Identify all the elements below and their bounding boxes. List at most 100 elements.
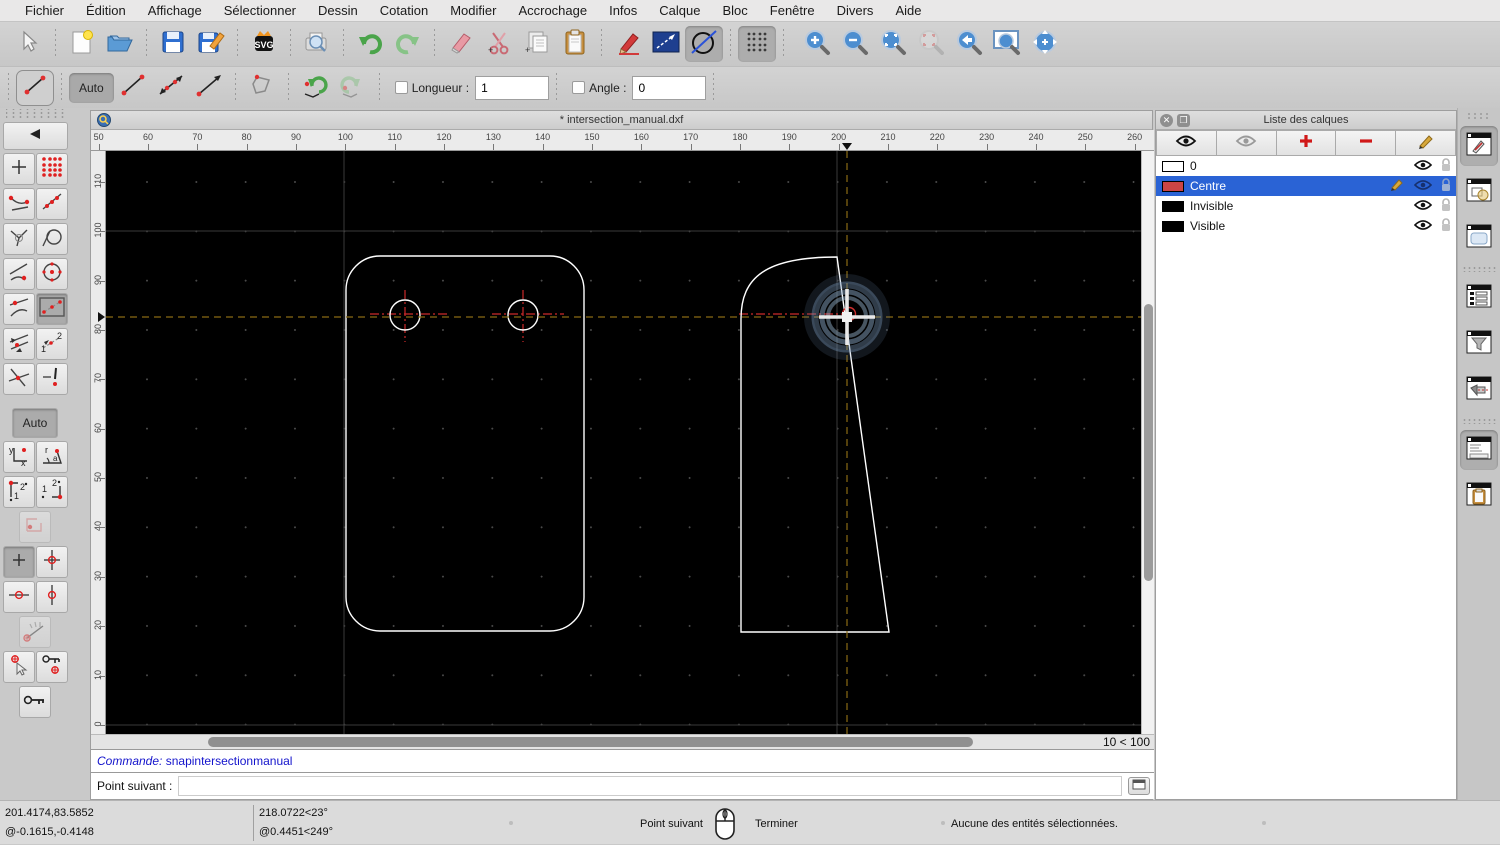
copy-button[interactable]: + bbox=[518, 26, 556, 62]
layer-row-visible[interactable]: Visible bbox=[1156, 216, 1456, 236]
remove-layer-button[interactable] bbox=[1336, 130, 1397, 156]
layer-lock-icon[interactable] bbox=[1440, 197, 1452, 215]
redo-button[interactable] bbox=[389, 26, 427, 62]
lock-layer-button[interactable] bbox=[19, 686, 51, 718]
select-arrow-button[interactable] bbox=[10, 26, 48, 62]
snap-on-entity-button[interactable] bbox=[35, 188, 68, 220]
menu-dessin[interactable]: Dessin bbox=[307, 0, 369, 22]
zoom-out-button[interactable] bbox=[836, 26, 874, 62]
snap-back-button[interactable] bbox=[2, 122, 68, 150]
open-file-button[interactable] bbox=[101, 26, 139, 62]
layer-visible-eye-icon[interactable] bbox=[1413, 219, 1433, 234]
grid-toggle-button[interactable] bbox=[738, 26, 776, 62]
paste-button[interactable] bbox=[556, 26, 594, 62]
snap-middle-button[interactable] bbox=[2, 293, 35, 325]
zoom-pan-button[interactable] bbox=[1026, 26, 1064, 62]
layer-edit-pencil-icon[interactable] bbox=[1390, 178, 1406, 194]
line-both-directions-button[interactable] bbox=[152, 70, 190, 106]
new-file-button[interactable] bbox=[63, 26, 101, 62]
edit-layer-button[interactable] bbox=[1396, 130, 1456, 156]
zoom-in-button[interactable] bbox=[798, 26, 836, 62]
entity-list-widget-button[interactable] bbox=[1460, 278, 1498, 318]
snap-free-button[interactable] bbox=[2, 153, 35, 185]
add-layer-button[interactable] bbox=[1276, 130, 1337, 156]
menu-accrochage[interactable]: Accrochage bbox=[507, 0, 598, 22]
menu-cotation[interactable]: Cotation bbox=[369, 0, 439, 22]
line-ray-button[interactable] bbox=[190, 70, 228, 106]
angle-checkbox[interactable] bbox=[572, 81, 586, 94]
horizontal-scrollbar[interactable]: 10 < 100 bbox=[91, 734, 1154, 749]
snap-grid-button[interactable] bbox=[35, 153, 68, 185]
menu-divers[interactable]: Divers bbox=[826, 0, 885, 22]
lock-relative-zero-button[interactable] bbox=[35, 651, 68, 683]
snap-intersection-auto-button[interactable] bbox=[2, 258, 35, 290]
vertical-scrollbar-thumb[interactable] bbox=[1144, 304, 1153, 581]
ucs-corner-2-button[interactable]: 12 bbox=[35, 476, 68, 508]
save-button[interactable] bbox=[154, 26, 192, 62]
clipboard-widget-button[interactable] bbox=[1460, 476, 1498, 516]
layer-lock-icon[interactable] bbox=[1440, 217, 1452, 235]
line-rectangle-button[interactable] bbox=[647, 26, 685, 62]
length-checkbox[interactable] bbox=[394, 81, 408, 94]
horizontal-scrollbar-thumb[interactable] bbox=[208, 737, 973, 747]
angle-input[interactable] bbox=[632, 75, 707, 100]
layer-lock-icon[interactable] bbox=[1440, 177, 1452, 195]
snap-center-button[interactable] bbox=[35, 258, 68, 290]
snap-angle-button[interactable] bbox=[19, 616, 51, 648]
layer-visible-eye-icon[interactable] bbox=[1413, 199, 1433, 214]
redo-segment-button[interactable] bbox=[334, 70, 372, 106]
line-segment-button[interactable] bbox=[114, 70, 152, 106]
snap-endpoints-button[interactable] bbox=[2, 188, 35, 220]
zoom-previous-button[interactable] bbox=[912, 26, 950, 62]
hide-all-layers-button[interactable] bbox=[1216, 130, 1277, 156]
restrict-horizontal-button[interactable] bbox=[2, 581, 35, 613]
restrict-vertical-button[interactable] bbox=[35, 581, 68, 613]
menu-bloc[interactable]: Bloc bbox=[711, 0, 758, 22]
draw-pen-button[interactable] bbox=[609, 26, 647, 62]
export-svg-button[interactable]: SVG bbox=[245, 26, 283, 62]
snap-distance-button[interactable]: 12 bbox=[35, 328, 68, 360]
print-preview-button[interactable] bbox=[298, 26, 336, 62]
snap-entity-arrows-button[interactable] bbox=[2, 328, 35, 360]
menu-infos[interactable]: Infos bbox=[598, 0, 648, 22]
library-browser-widget-button[interactable] bbox=[1460, 218, 1498, 258]
command-input[interactable] bbox=[178, 776, 1122, 796]
layer-row-centre[interactable]: Centre bbox=[1156, 176, 1456, 196]
drawing-window-titlebar[interactable]: * intersection_manual.dxf bbox=[91, 111, 1152, 130]
ucs-corner-1-button[interactable]: 12 bbox=[2, 476, 35, 508]
layer-list-widget-button[interactable] bbox=[1460, 126, 1498, 166]
layer-row-0[interactable]: 0 bbox=[1156, 156, 1456, 176]
restrict-intersection-button[interactable] bbox=[2, 363, 35, 395]
restrict-nothing-button[interactable] bbox=[35, 363, 68, 395]
polygon-close-button[interactable] bbox=[243, 70, 281, 106]
command-widget-button[interactable] bbox=[1460, 430, 1498, 470]
line-auto-mode-button[interactable]: Auto bbox=[69, 72, 114, 103]
layer-panel-titlebar[interactable]: ✕ ❐ Liste des calques bbox=[1156, 111, 1456, 130]
menu-fenetre[interactable]: Fenêtre bbox=[759, 0, 826, 22]
layer-row-invisible[interactable]: Invisible bbox=[1156, 196, 1456, 216]
current-tool-line-button[interactable] bbox=[16, 69, 54, 106]
snap-tangent-button[interactable] bbox=[35, 223, 68, 255]
menu-affichage[interactable]: Affichage bbox=[137, 0, 213, 22]
snap-perpendicular-button[interactable] bbox=[2, 223, 35, 255]
coordinate-polar-button[interactable]: ra bbox=[35, 441, 68, 473]
show-all-layers-button[interactable] bbox=[1156, 130, 1217, 156]
menu-fichier[interactable]: Fichier bbox=[14, 0, 75, 22]
circle-line-button[interactable] bbox=[685, 26, 723, 62]
relative-zero-free-button[interactable] bbox=[2, 546, 35, 578]
zoom-auto-button[interactable] bbox=[874, 26, 912, 62]
layer-lock-icon[interactable] bbox=[1440, 157, 1452, 175]
menu-modifier[interactable]: Modifier bbox=[439, 0, 507, 22]
save-as-button[interactable] bbox=[192, 26, 230, 62]
command-panel-toggle-button[interactable] bbox=[1128, 777, 1150, 795]
coordinate-cartesian-button[interactable]: yx bbox=[2, 441, 35, 473]
length-input[interactable] bbox=[475, 75, 550, 100]
layer-visible-eye-icon[interactable] bbox=[1413, 159, 1433, 174]
detach-panel-icon[interactable]: ❐ bbox=[1177, 113, 1190, 127]
undo-button[interactable] bbox=[351, 26, 389, 62]
menu-aide[interactable]: Aide bbox=[884, 0, 932, 22]
layer-visible-eye-icon[interactable] bbox=[1413, 179, 1433, 194]
set-relative-zero-button[interactable] bbox=[2, 651, 35, 683]
restrict-vertical-target-button[interactable] bbox=[35, 546, 68, 578]
cut-button[interactable]: + bbox=[480, 26, 518, 62]
